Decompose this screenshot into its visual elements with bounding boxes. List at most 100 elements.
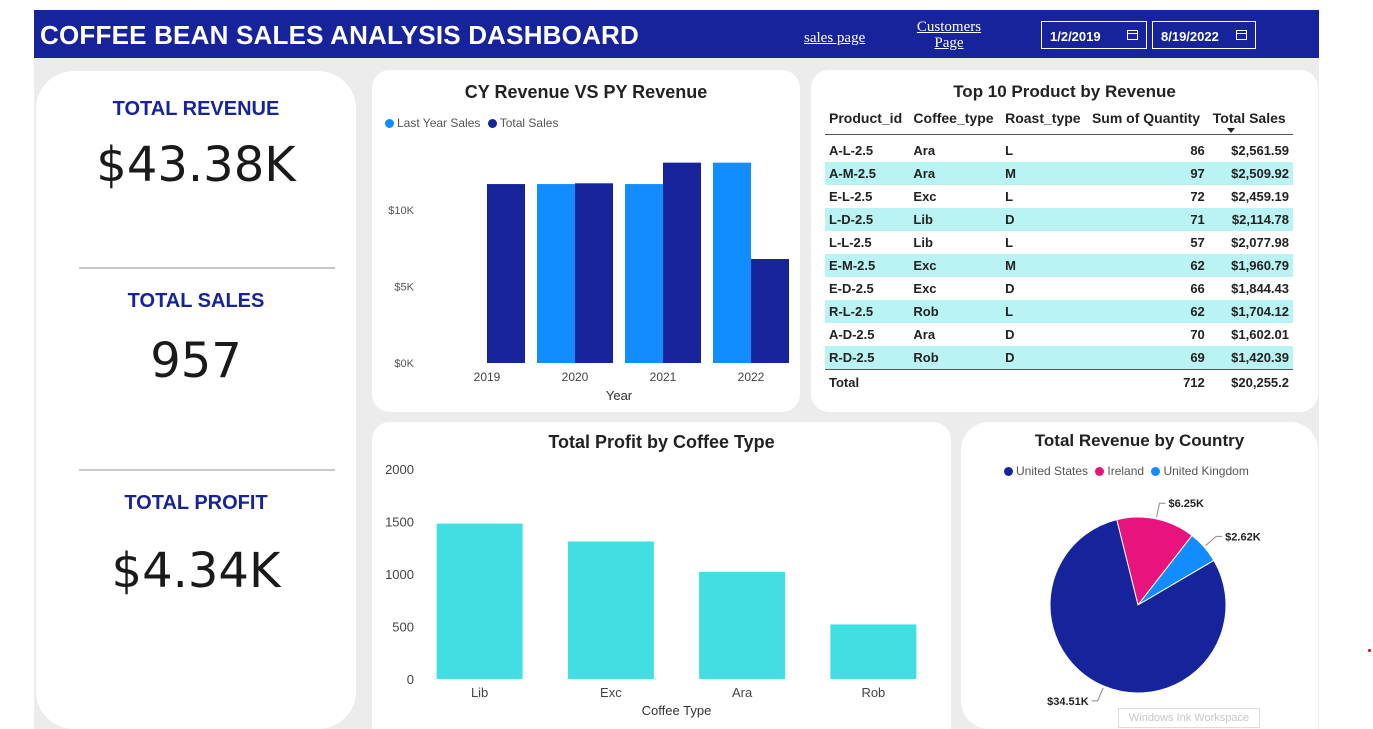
table-cell: $1,602.01 xyxy=(1231,327,1289,342)
table-cell: Exc xyxy=(909,254,1002,277)
end-date-picker[interactable]: 8/19/2022 xyxy=(1152,21,1256,49)
table-cell: A-M-2.5 xyxy=(825,162,910,185)
table-cell: 62 xyxy=(1087,300,1209,323)
table-cell: Lib xyxy=(909,208,1002,231)
table-row[interactable]: E-D-2.5 Exc D 66 $1,844.43 xyxy=(825,277,1293,300)
customers-page-link[interactable]: Customers Page xyxy=(912,19,986,51)
table-cell: R-L-2.5 xyxy=(825,300,910,323)
table-header-row: Product_id Coffee_type Roast_type Sum of… xyxy=(825,106,1293,135)
top-products-table: Product_id Coffee_type Roast_type Sum of… xyxy=(825,106,1293,394)
x-axis-title: Coffee Type xyxy=(642,703,712,718)
x-tick-label: Lib xyxy=(471,685,488,700)
bar-last-year-sales[interactable] xyxy=(537,184,575,363)
table-cell: L xyxy=(1005,143,1014,158)
y-tick-label: 0 xyxy=(407,672,414,687)
bar-ara[interactable] xyxy=(699,571,786,679)
end-date-value: 8/19/2022 xyxy=(1161,29,1219,44)
top-products-title: Top 10 Product by Revenue xyxy=(953,82,1176,101)
bar-total-sales[interactable] xyxy=(575,183,613,363)
y-tick-label: 500 xyxy=(392,620,414,635)
bar-last-year-sales[interactable] xyxy=(713,162,751,363)
bar-lib[interactable] xyxy=(436,523,523,679)
table-row[interactable]: A-L-2.5 Ara L 86 $2,561.59 xyxy=(825,135,1293,163)
col-roast-type[interactable]: Roast_type xyxy=(1001,106,1088,135)
x-axis-title: Year xyxy=(606,388,633,403)
table-row[interactable]: L-D-2.5 Lib D 71 $2,114.78 xyxy=(825,208,1293,231)
customers-link-line2: Page xyxy=(934,35,964,51)
table-cell: A-L-2.5 xyxy=(829,143,874,158)
table-cell: Rob xyxy=(909,300,1002,323)
country-pie-chart: $6.25K $2.62K $34.51K xyxy=(1047,498,1261,708)
table-cell: L-L-2.5 xyxy=(829,235,872,250)
table-cell: L xyxy=(1005,189,1014,204)
x-tick-label: Rob xyxy=(861,685,885,700)
col-coffee-type[interactable]: Coffee_type xyxy=(909,106,1002,135)
table-cell: $2,509.92 xyxy=(1208,162,1293,185)
empty-cell xyxy=(909,369,1002,394)
table-cell: Exc xyxy=(913,189,937,204)
table-cell: $1,420.39 xyxy=(1208,346,1293,370)
header-bar: COFFEE BEAN SALES ANALYSIS DASHBOARD sal… xyxy=(34,10,1319,58)
bar-total-sales[interactable] xyxy=(751,259,789,363)
table-cell: $1,960.79 xyxy=(1208,254,1293,277)
total-sales-value: 957 xyxy=(150,333,242,389)
bar-exc[interactable] xyxy=(567,541,654,679)
table-cell: E-D-2.5 xyxy=(829,281,874,296)
col-sum-quantity[interactable]: Sum of Quantity xyxy=(1087,106,1209,135)
profit-bar-chart: 0 500 1000 1500 2000 Lib Exc Ara Rob Coffee Type xyxy=(385,462,917,718)
table-cell: $1,704.12 xyxy=(1208,300,1293,323)
cy-py-bar-chart: $0K $5K $10K 2019 2020 2021 2022 Year xyxy=(388,162,789,403)
table-cell: R-D-2.5 xyxy=(825,346,910,370)
table-cell: Lib xyxy=(913,235,933,250)
total-quantity: 712 xyxy=(1087,369,1209,394)
bar-last-year-sales[interactable] xyxy=(625,184,663,363)
table-cell: L xyxy=(1001,300,1088,323)
pie-data-label: $6.25K xyxy=(1169,498,1205,510)
table-cell: 70 xyxy=(1190,327,1205,342)
sort-descending-icon[interactable] xyxy=(1227,128,1235,133)
table-row[interactable]: A-M-2.5 Ara M 97 $2,509.92 xyxy=(825,162,1293,185)
total-profit-value: $4.34K xyxy=(111,543,281,599)
bar-rob[interactable] xyxy=(830,624,917,679)
total-label: Total xyxy=(825,369,910,394)
table-row[interactable]: E-M-2.5 Exc M 62 $1,960.79 xyxy=(825,254,1293,277)
table-row[interactable]: R-L-2.5 Rob L 62 $1,704.12 xyxy=(825,300,1293,323)
table-cell: 86 xyxy=(1190,143,1205,158)
bar-total-sales[interactable] xyxy=(663,162,701,363)
x-tick-label: Exc xyxy=(600,685,622,700)
total-sales: $20,255.2 xyxy=(1208,369,1293,394)
total-profit-label: TOTAL PROFIT xyxy=(124,492,268,514)
col-product-id[interactable]: Product_id xyxy=(825,106,910,135)
table-row[interactable]: R-D-2.5 Rob D 69 $1,420.39 xyxy=(825,346,1293,370)
table-cell: E-M-2.5 xyxy=(825,254,910,277)
table-cell: 62 xyxy=(1087,254,1209,277)
profit-by-type-card: Total Profit by Coffee Type 0 500 1000 1500… xyxy=(372,422,951,729)
table-cell: Rob xyxy=(909,346,1002,370)
calendar-icon[interactable] xyxy=(1236,30,1247,40)
table-row[interactable]: L-L-2.5 Lib L 57 $2,077.98 xyxy=(825,231,1293,254)
pie-data-label: $34.51K xyxy=(1047,696,1089,708)
table-cell: 66 xyxy=(1190,281,1205,296)
ink-workspace-button[interactable]: Windows Ink Workspace xyxy=(1118,708,1260,728)
col-total-sales-label: Total Sales xyxy=(1212,110,1286,126)
pie-leader-line xyxy=(1205,535,1223,547)
revenue-by-country-card: Total Revenue by Country United States I… xyxy=(961,422,1318,729)
bar-total-sales[interactable] xyxy=(487,184,525,363)
table-cell: $1,844.43 xyxy=(1231,281,1289,296)
table-cell: 71 xyxy=(1087,208,1209,231)
empty-cell xyxy=(1001,369,1088,394)
table-row[interactable]: E-L-2.5 Exc L 72 $2,459.19 xyxy=(825,185,1293,208)
total-sales-label: TOTAL SALES xyxy=(127,290,265,312)
total-revenue-label: TOTAL REVENUE xyxy=(112,98,280,120)
table-cell: 97 xyxy=(1087,162,1209,185)
table-cell: $2,077.98 xyxy=(1231,235,1289,250)
red-dot xyxy=(1368,649,1371,652)
calendar-icon[interactable] xyxy=(1127,30,1138,40)
table-cell: D xyxy=(1005,327,1015,342)
start-date-picker[interactable]: 1/2/2019 xyxy=(1041,21,1147,49)
table-cell: $2,459.19 xyxy=(1231,189,1289,204)
x-tick-label: 2020 xyxy=(562,370,589,384)
table-row[interactable]: A-D-2.5 Ara D 70 $1,602.01 xyxy=(825,323,1293,346)
sales-page-link[interactable]: sales page xyxy=(804,30,865,46)
col-total-sales[interactable]: Total Sales xyxy=(1208,106,1293,135)
